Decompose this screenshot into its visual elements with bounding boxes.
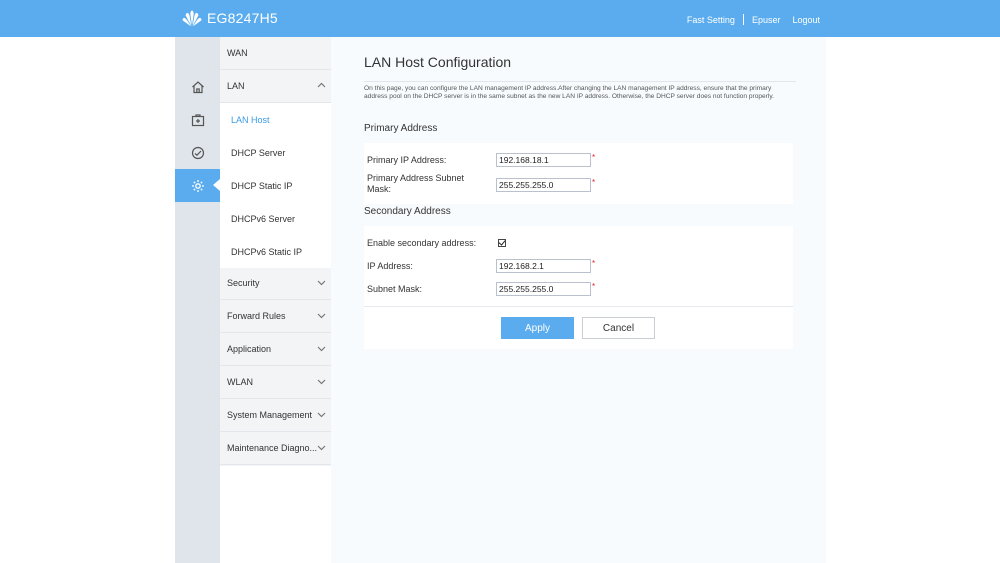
chevron-down-icon — [317, 313, 326, 319]
required-mark: * — [592, 259, 596, 268]
nav-security-label: Security — [227, 278, 260, 288]
required-mark: * — [592, 178, 596, 187]
chevron-down-icon — [317, 280, 326, 286]
main-content: LAN Host Configuration On this page, you… — [331, 37, 826, 563]
nav-lan-host[interactable]: LAN Host — [220, 103, 331, 136]
secondary-section-title: Secondary Address — [364, 206, 451, 217]
nav-dhcp-server-label: DHCP Server — [231, 147, 286, 158]
fast-setting-link[interactable]: Fast Setting — [687, 15, 735, 25]
home-nav-button[interactable] — [175, 70, 220, 103]
chevron-down-icon — [317, 412, 326, 418]
nav-lan-host-label: LAN Host — [231, 114, 270, 125]
nav-dhcpv6-static-ip[interactable]: DHCPv6 Static IP — [220, 235, 331, 268]
enable-secondary-checkbox[interactable] — [498, 239, 506, 247]
toolbox-nav-button[interactable] — [175, 103, 220, 136]
enable-secondary-label: Enable secondary address: — [367, 238, 477, 248]
secondary-ip-input[interactable] — [496, 259, 591, 273]
nav-empty-area — [220, 466, 331, 563]
secondary-mask-label: Subnet Mask: — [367, 284, 423, 294]
secondary-address-panel: Enable secondary address: IP Address: * … — [364, 226, 793, 349]
product-name: EG8247H5 — [207, 10, 278, 26]
home-icon — [191, 80, 204, 93]
nav-wan[interactable]: WAN — [220, 37, 331, 70]
cancel-button[interactable]: Cancel — [582, 317, 655, 339]
nav-dhcp-server[interactable]: DHCP Server — [220, 136, 331, 169]
logo: EG8247H5 — [181, 9, 278, 27]
user-link[interactable]: Epuser — [752, 15, 781, 25]
active-indicator — [213, 179, 220, 191]
required-mark: * — [592, 153, 596, 162]
nav-wlan-label: WLAN — [227, 377, 254, 387]
logout-link[interactable]: Logout — [792, 15, 820, 25]
nav-lan-label: LAN — [227, 81, 245, 91]
nav-menu: WAN LAN LAN Host DHCP Server DHCP Static… — [220, 37, 331, 563]
primary-mask-label: Primary Address Subnet Mask: — [367, 173, 465, 194]
nav-wlan[interactable]: WLAN — [220, 366, 331, 399]
chevron-down-icon — [317, 346, 326, 352]
nav-dhcpv6-server-label: DHCPv6 Server — [231, 213, 296, 224]
nav-forward-rules[interactable]: Forward Rules — [220, 300, 331, 333]
top-bar: EG8247H5 Fast Setting Epuser Logout — [0, 0, 1000, 37]
top-links: Fast Setting Epuser Logout — [687, 14, 820, 25]
diagnose-icon — [191, 146, 204, 159]
nav-dhcpv6-server[interactable]: DHCPv6 Server — [220, 202, 331, 235]
huawei-logo-icon — [182, 10, 202, 27]
nav-lan[interactable]: LAN — [220, 70, 331, 103]
primary-ip-label: Primary IP Address: — [367, 155, 447, 165]
nav-application[interactable]: Application — [220, 333, 331, 366]
diagnose-nav-button[interactable] — [175, 136, 220, 169]
gear-icon — [191, 179, 204, 192]
nav-dhcp-static-ip[interactable]: DHCP Static IP — [220, 169, 331, 202]
required-mark: * — [592, 282, 596, 291]
page-description: On this page, you can configure the LAN … — [364, 81, 796, 100]
toolbox-icon — [191, 113, 204, 126]
button-row: Apply Cancel — [364, 306, 793, 349]
secondary-ip-label: IP Address: — [367, 261, 413, 271]
nav-system-management[interactable]: System Management — [220, 399, 331, 432]
nav-dhcpv6-static-ip-label: DHCPv6 Static IP — [231, 246, 303, 257]
advanced-nav-button[interactable] — [175, 169, 220, 202]
page-title: LAN Host Configuration — [364, 54, 512, 70]
primary-address-panel: Primary IP Address: * Primary Address Su… — [364, 143, 793, 204]
nav-system-management-label: System Management — [227, 410, 313, 420]
secondary-mask-input[interactable] — [496, 282, 591, 296]
chevron-up-icon — [317, 82, 326, 88]
nav-maintenance-diagnosis-label: Maintenance Diagno... — [227, 443, 318, 453]
nav-forward-rules-label: Forward Rules — [227, 311, 286, 321]
nav-wan-label: WAN — [227, 48, 248, 58]
primary-section-title: Primary Address — [364, 123, 438, 134]
nav-maintenance-diagnosis[interactable]: Maintenance Diagno... — [220, 432, 331, 465]
chevron-down-icon — [317, 379, 326, 385]
nav-application-label: Application — [227, 344, 272, 354]
primary-mask-input[interactable] — [496, 178, 591, 192]
link-divider — [742, 14, 744, 25]
icon-sidebar — [175, 37, 220, 563]
nav-security[interactable]: Security — [220, 267, 331, 300]
nav-dhcp-static-ip-label: DHCP Static IP — [231, 180, 293, 191]
primary-ip-input[interactable] — [496, 153, 591, 167]
apply-button[interactable]: Apply — [501, 317, 574, 339]
chevron-down-icon — [317, 445, 326, 451]
